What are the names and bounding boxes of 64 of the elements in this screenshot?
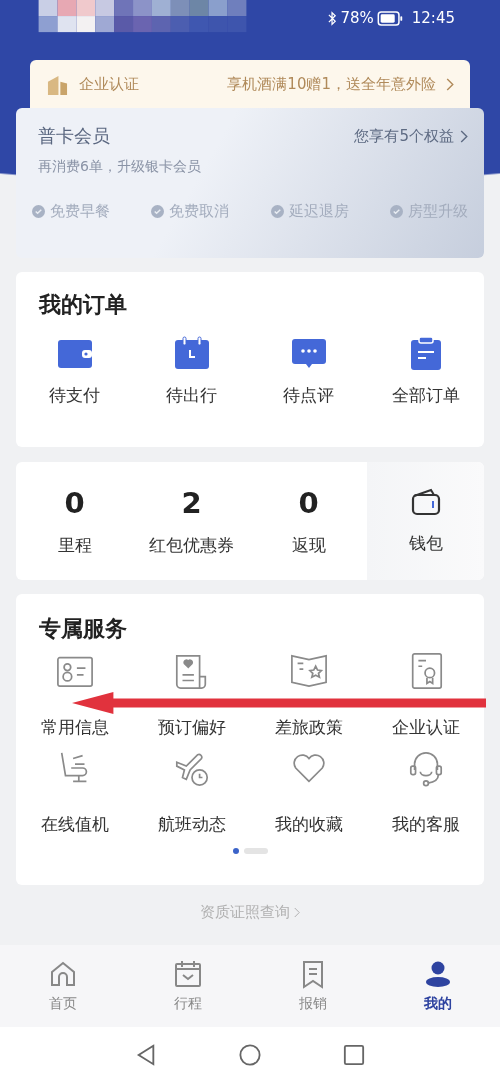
stat-value: 0 — [64, 485, 85, 520]
chevron-right-icon — [446, 77, 454, 91]
order-shortcut[interactable]: 待点评 — [250, 336, 367, 407]
wallet-icon — [410, 487, 441, 516]
comment-icon — [291, 339, 326, 368]
battery-percentage: 78% — [340, 9, 374, 27]
chevron-right-icon — [460, 129, 468, 143]
stat-value: 2 — [181, 485, 202, 520]
check-circle-icon — [151, 205, 165, 218]
section-title: 我的订单 — [39, 291, 128, 319]
clipboard-icon — [410, 336, 441, 370]
tab[interactable]: 报销 — [250, 945, 375, 1027]
service-shortcut[interactable]: 航班动态 — [133, 749, 250, 836]
stat-label: 红包优惠券 — [149, 533, 234, 557]
service-shortcut[interactable]: 在线值机 — [16, 749, 133, 836]
membership-level-title: 普卡会员 — [38, 124, 110, 148]
person-icon — [425, 961, 450, 987]
stat-label: 里程 — [57, 533, 92, 557]
home-circle-icon[interactable] — [239, 1044, 261, 1066]
stat-label: 返现 — [291, 533, 326, 557]
document-heart-icon — [175, 654, 206, 689]
headset-icon — [409, 751, 442, 787]
calendar-check-icon — [174, 960, 201, 987]
banner-label: 企业认证 — [79, 74, 140, 94]
tab[interactable]: 行程 — [125, 945, 250, 1027]
order-shortcut[interactable]: 全部订单 — [367, 336, 484, 407]
receipt-icon — [302, 961, 323, 989]
benefits-link[interactable]: 您享有5个权益 — [354, 126, 468, 146]
bluetooth-icon — [328, 10, 338, 26]
service-shortcut[interactable]: 企业认证 — [367, 652, 484, 739]
perk-label: 免费早餐 — [50, 202, 110, 221]
map-star-icon — [290, 654, 327, 688]
check-circle-icon — [32, 205, 45, 218]
building-icon — [46, 73, 69, 95]
recents-square-icon[interactable] — [343, 1044, 365, 1066]
upgrade-hint: 再消费6单，升级银卡会员 — [38, 158, 202, 176]
id-card-icon — [56, 656, 93, 688]
tab[interactable]: 首页 — [0, 945, 125, 1027]
tab[interactable]: 我的 — [375, 945, 500, 1027]
service-shortcut[interactable]: 差旅政策 — [250, 652, 367, 739]
clock-time: 12:45 — [411, 9, 455, 27]
check-circle-icon — [270, 205, 284, 218]
wallet-icon — [57, 340, 92, 368]
order-shortcut[interactable]: 待出行 — [133, 336, 250, 407]
service-shortcut[interactable]: 我的客服 — [367, 749, 484, 836]
certificate-icon — [411, 653, 442, 689]
wallet-button[interactable]: 钱包 — [367, 462, 484, 580]
promo-text: 享机酒满10赠1，送全年意外险 — [227, 74, 436, 94]
back-icon[interactable] — [135, 1044, 157, 1066]
seat-icon — [60, 751, 87, 783]
chevron-right-icon — [294, 906, 300, 918]
home-icon — [50, 962, 75, 986]
check-circle-icon — [390, 205, 403, 218]
stat-value: 0 — [298, 485, 319, 520]
perk-label: 免费取消 — [169, 202, 230, 221]
calendar-icon — [174, 336, 209, 369]
section-title: 专属服务 — [39, 615, 128, 643]
service-shortcut[interactable]: 常用信息 — [16, 652, 133, 739]
battery-icon — [376, 10, 404, 26]
heart-icon — [292, 754, 325, 783]
plane-clock-icon — [175, 753, 208, 786]
service-shortcut[interactable]: 预订偏好 — [133, 652, 250, 739]
order-shortcut[interactable]: 待支付 — [16, 336, 133, 407]
service-shortcut[interactable]: 我的收藏 — [250, 749, 367, 836]
